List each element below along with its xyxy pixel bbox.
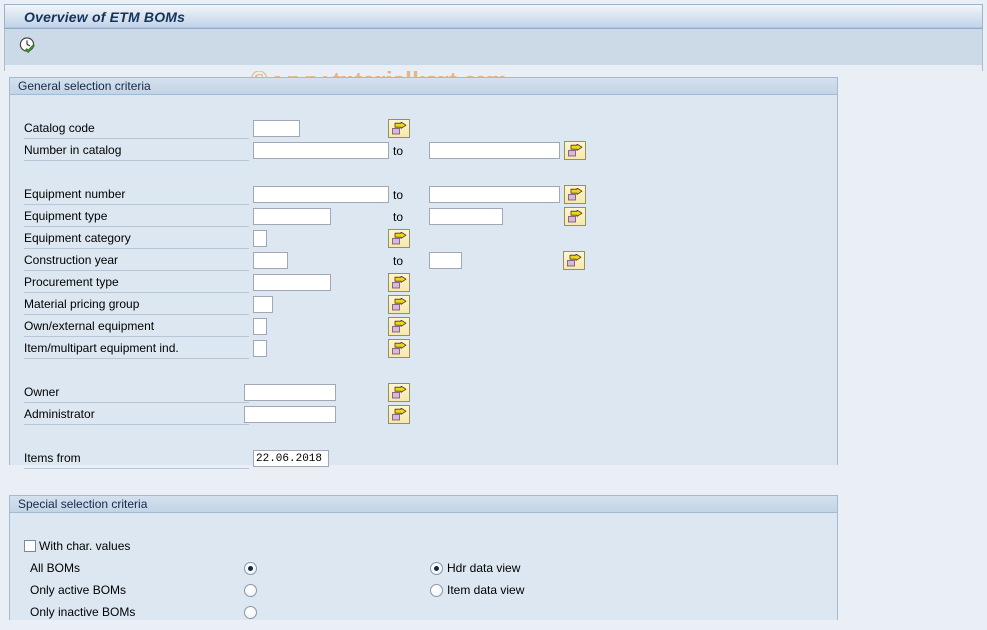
items-from-label: Items from [24, 449, 249, 469]
number-in-catalog-label: Number in catalog [24, 141, 249, 161]
field-row: Equipment type to [10, 207, 837, 228]
field-row: Procurement type [10, 273, 837, 294]
owner-input[interactable] [244, 384, 336, 401]
equipment-type-multiple-selection-icon[interactable] [564, 207, 586, 226]
procurement-type-label: Procurement type [24, 273, 249, 293]
construction-year-input-to[interactable] [429, 252, 462, 269]
field-row: Items from [10, 449, 837, 470]
equipment-category-label: Equipment category [24, 229, 249, 249]
general-panel-body: Catalog code Number in catalog to Equipm… [10, 95, 837, 469]
administrator-input[interactable] [244, 406, 336, 423]
item-multipart-equipment-label: Item/multipart equipment ind. [24, 339, 249, 359]
construction-year-to-label: to [393, 254, 404, 268]
all-boms-radio[interactable] [244, 561, 257, 575]
field-row: Owner [10, 383, 837, 404]
equipment-category-input[interactable] [253, 230, 267, 247]
with-char-values-checkbox[interactable] [24, 540, 36, 552]
number-in-catalog-input-from[interactable] [253, 142, 389, 159]
general-panel-title: General selection criteria [10, 78, 837, 95]
owner-label: Owner [24, 383, 249, 403]
field-row: Material pricing group [10, 295, 837, 316]
field-row: Equipment number to [10, 185, 837, 206]
special-panel-title: Special selection criteria [10, 496, 837, 513]
with-char-values-checkbox-row[interactable]: With char. values [24, 537, 130, 555]
item-data-view-label: Item data view [447, 583, 525, 597]
with-char-values-label: With char. values [39, 539, 131, 553]
all-boms-label: All BOMs [30, 561, 81, 575]
equipment-number-label: Equipment number [24, 185, 249, 205]
item-data-view-radio[interactable] [430, 583, 443, 597]
clock-check-execute-icon [18, 36, 38, 59]
catalog-code-label: Catalog code [24, 119, 249, 139]
material-pricing-group-multiple-selection-icon[interactable] [388, 295, 410, 314]
equipment-type-input-to[interactable] [429, 208, 503, 225]
hdr-data-view-label: Hdr data view [447, 561, 521, 575]
toolbar-separator [4, 65, 983, 71]
procurement-type-multiple-selection-icon[interactable] [388, 273, 410, 292]
field-row: Construction year to [10, 251, 837, 272]
material-pricing-group-input[interactable] [253, 296, 273, 313]
material-pricing-group-label: Material pricing group [24, 295, 249, 315]
equipment-type-to-label: to [393, 210, 404, 224]
equipment-number-to-label: to [393, 188, 404, 202]
number-in-catalog-multiple-selection-icon[interactable] [564, 141, 586, 160]
radio-hdr-data-view[interactable]: Hdr data view [430, 559, 520, 577]
number-in-catalog-input-to[interactable] [429, 142, 560, 159]
hdr-data-view-radio[interactable] [430, 561, 443, 575]
construction-year-input-from[interactable] [253, 252, 288, 269]
equipment-type-input-from[interactable] [253, 208, 331, 225]
only-inactive-boms-radio[interactable] [244, 605, 257, 619]
special-panel-body: With char. values All BOMs Only active B… [10, 513, 837, 620]
equipment-number-input-to[interactable] [429, 186, 560, 203]
field-row: Number in catalog to [10, 141, 837, 162]
special-selection-criteria-panel: Special selection criteria With char. va… [9, 495, 838, 620]
field-row: Own/external equipment [10, 317, 837, 338]
equipment-type-label: Equipment type [24, 207, 249, 227]
field-row: Administrator [10, 405, 837, 426]
radio-only-active-boms[interactable] [244, 581, 257, 599]
procurement-type-input[interactable] [253, 274, 331, 291]
field-row: Equipment category [10, 229, 837, 250]
own-external-equipment-label: Own/external equipment [24, 317, 249, 337]
catalog-code-input[interactable] [253, 120, 300, 137]
items-from-date-input[interactable] [253, 450, 329, 467]
execute-button[interactable] [15, 35, 41, 59]
item-multipart-equipment-input[interactable] [253, 340, 267, 357]
general-selection-criteria-panel: General selection criteria Catalog code … [9, 77, 838, 469]
catalog-code-multiple-selection-icon[interactable] [388, 119, 410, 138]
own-external-equipment-multiple-selection-icon[interactable] [388, 317, 410, 336]
radio-item-data-view[interactable]: Item data view [430, 581, 524, 599]
page-title: Overview of ETM BOMs [24, 8, 186, 25]
field-row: Catalog code [10, 119, 837, 140]
equipment-number-multiple-selection-icon[interactable] [564, 185, 586, 204]
item-multipart-equipment-multiple-selection-icon[interactable] [388, 339, 410, 358]
equipment-number-input-from[interactable] [253, 186, 389, 203]
only-active-boms-radio[interactable] [244, 583, 257, 597]
own-external-equipment-input[interactable] [253, 318, 267, 335]
radio-only-inactive-boms[interactable] [244, 603, 257, 621]
application-toolbar: © www.tutorialkart.com [4, 29, 983, 93]
owner-multiple-selection-icon[interactable] [388, 383, 410, 402]
construction-year-label: Construction year [24, 251, 249, 271]
administrator-label: Administrator [24, 405, 249, 425]
only-active-boms-label: Only active BOMs [30, 583, 127, 597]
window-title-bar: Overview of ETM BOMs [4, 4, 983, 29]
field-row: Item/multipart equipment ind. [10, 339, 837, 360]
radio-all-boms[interactable] [244, 559, 257, 577]
administrator-multiple-selection-icon[interactable] [388, 405, 410, 424]
number-in-catalog-to-label: to [393, 144, 404, 158]
construction-year-multiple-selection-icon[interactable] [563, 251, 585, 270]
equipment-category-multiple-selection-icon[interactable] [388, 229, 410, 248]
only-inactive-boms-label: Only inactive BOMs [30, 605, 136, 619]
